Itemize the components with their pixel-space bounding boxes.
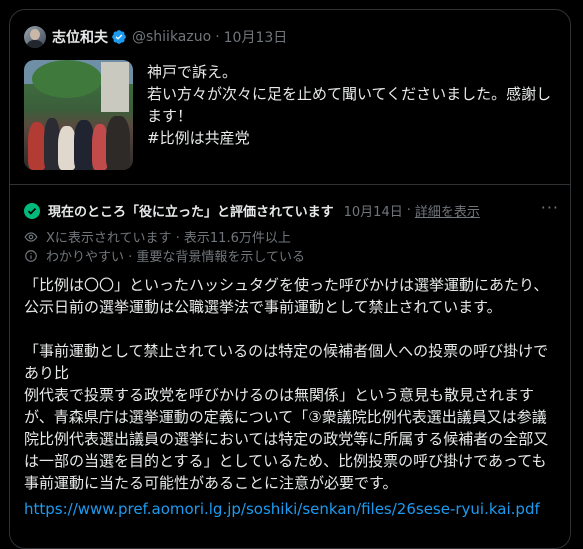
visibility-text: Xに表示されています · 表示11.6万件以上 bbox=[46, 231, 291, 246]
header-separator: · bbox=[215, 29, 220, 45]
verified-badge-icon bbox=[112, 30, 126, 44]
note-line: 院比例代表選出議員の選挙においては特定の政党等に所属する候補者の全部又 bbox=[24, 430, 549, 448]
note-status-title: 現在のところ「役に立った」と評価されています bbox=[48, 205, 334, 220]
source-link[interactable]: https://www.pref.aomori.lg.jp/soshiki/se… bbox=[24, 500, 540, 518]
tweet-photo[interactable] bbox=[24, 60, 133, 170]
note-line: は一部の当選を目的とする」としているため、比例投票の呼び掛けであっても bbox=[24, 452, 547, 470]
note-line: 事前運動に当たる可能性があることに注意が必要です。 bbox=[24, 474, 398, 492]
details-link[interactable]: 詳細を表示 bbox=[415, 201, 480, 220]
note-reason-row: わかりやすい · 重要な背景情報を示している bbox=[24, 246, 305, 265]
note-line: 例代表で投票する政党を呼びかけるのは無関係」という意見も散見されます bbox=[24, 386, 535, 404]
tweet-header: 志位和夫 @shiikazuo · 10月13日 bbox=[24, 24, 287, 50]
avatar[interactable] bbox=[24, 26, 46, 48]
info-icon bbox=[25, 249, 37, 262]
note-line: 公示日前の選挙運動は公職選挙法で事前運動として禁止されています。 bbox=[24, 298, 502, 316]
hashtag-link[interactable]: #比例は共産党 bbox=[147, 127, 557, 149]
note-visibility-row: Xに表示されています · 表示11.6万件以上 bbox=[24, 227, 291, 246]
author-handle[interactable]: @shiikazuo bbox=[132, 29, 211, 45]
note-line: 「事前運動として禁止されているのは特定の候補者個人への投票の呼び掛けであり比 bbox=[24, 342, 549, 382]
author-name[interactable]: 志位和夫 bbox=[52, 27, 108, 47]
tweet-text-line: ます！ bbox=[147, 107, 193, 125]
reason-text: わかりやすい · 重要な背景情報を示している bbox=[46, 250, 306, 265]
more-icon[interactable]: ··· bbox=[541, 198, 559, 217]
tweet-text-line: 神戸で訴え。 bbox=[147, 63, 238, 81]
quoted-tweet-card[interactable]: 志位和夫 @shiikazuo · 10月13日 神戸で訴え。 若い方々が次々に… bbox=[9, 9, 571, 549]
eye-icon bbox=[24, 231, 38, 242]
note-separator: · bbox=[406, 203, 411, 218]
note-line: が、青森県庁は選挙運動の定義について「③衆議院比例代表選出議員又は参議 bbox=[24, 408, 547, 426]
divider bbox=[10, 184, 570, 185]
tweet-text: 神戸で訴え。 若い方々が次々に足を止めて聞いてくださいました。感謝し ます！ #… bbox=[147, 61, 557, 149]
tweet-date[interactable]: 10月13日 bbox=[224, 27, 288, 47]
community-note-header: 現在のところ「役に立った」と評価されています 10月14日 · 詳細を表示 ··… bbox=[24, 198, 559, 220]
check-circle-icon bbox=[24, 202, 40, 219]
tweet-text-line: 若い方々が次々に足を止めて聞いてくださいました。感謝し bbox=[147, 85, 552, 103]
note-body: 「比例は〇〇」といったハッシュタグを使った呼びかけは選挙運動にあたり、 公示日前… bbox=[24, 274, 559, 494]
note-date: 10月14日 bbox=[343, 205, 403, 220]
note-line: 「比例は〇〇」といったハッシュタグを使った呼びかけは選挙運動にあたり、 bbox=[24, 276, 549, 294]
